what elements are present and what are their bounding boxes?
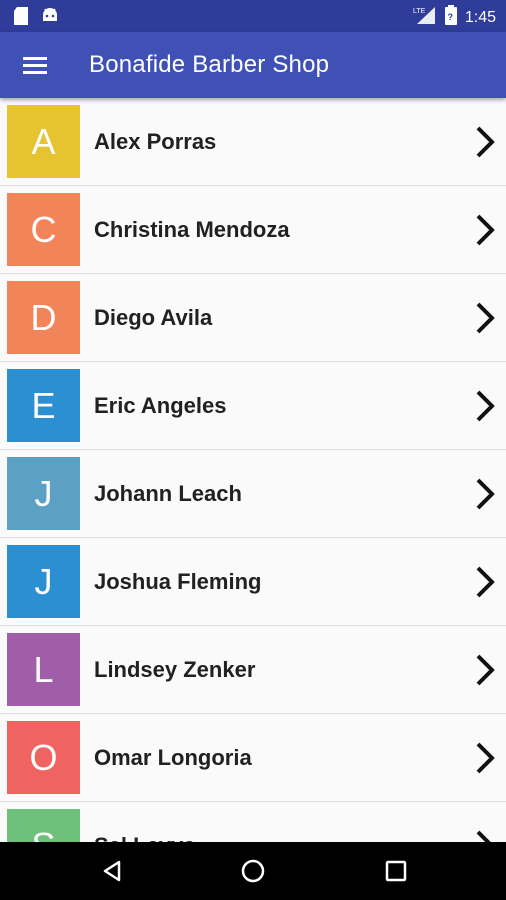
barber-name: Sal Leyva xyxy=(94,833,196,842)
chevron-right-icon[interactable] xyxy=(474,124,498,160)
barber-name: Joshua Fleming xyxy=(94,569,262,594)
android-icon xyxy=(40,6,60,31)
barber-name: Christina Mendoza xyxy=(94,217,290,242)
chevron-right-icon[interactable] xyxy=(474,828,498,842)
status-bar: LTE ? 1:45 xyxy=(0,0,506,32)
initial-avatar: J xyxy=(7,457,80,530)
hamburger-menu-icon[interactable] xyxy=(14,49,56,81)
barber-row[interactable]: S Sal Leyva xyxy=(0,802,506,842)
back-icon[interactable] xyxy=(99,858,125,884)
sd-card-icon xyxy=(12,6,30,31)
chevron-right-icon[interactable] xyxy=(474,212,498,248)
svg-text:LTE: LTE xyxy=(413,8,426,15)
barber-row[interactable]: L Lindsey Zenker xyxy=(0,626,506,714)
barber-name: Omar Longoria xyxy=(94,745,252,770)
initial-avatar: C xyxy=(7,193,80,266)
chevron-right-icon[interactable] xyxy=(474,476,498,512)
chevron-right-icon[interactable] xyxy=(474,652,498,688)
initial-avatar: E xyxy=(7,369,80,442)
recents-icon[interactable] xyxy=(383,858,409,884)
battery-icon: ? xyxy=(444,5,457,30)
barber-row[interactable]: J Joshua Fleming xyxy=(0,538,506,626)
barber-row[interactable]: J Johann Leach xyxy=(0,450,506,538)
initial-avatar: S xyxy=(7,809,80,842)
clock: 1:45 xyxy=(464,8,496,26)
barber-row[interactable]: A Alex Porras xyxy=(0,98,506,186)
barber-name: Alex Porras xyxy=(94,129,217,154)
barber-row[interactable]: O Omar Longoria xyxy=(0,714,506,802)
chevron-right-icon[interactable] xyxy=(474,300,498,336)
home-icon[interactable] xyxy=(240,858,266,884)
barber-row[interactable]: C Christina Mendoza xyxy=(0,186,506,274)
app-toolbar: Bonafide Barber Shop xyxy=(0,32,506,98)
chevron-right-icon[interactable] xyxy=(474,564,498,600)
navigation-bar xyxy=(0,842,506,900)
barber-row[interactable]: E Eric Angeles xyxy=(0,362,506,450)
initial-avatar: L xyxy=(7,633,80,706)
initial-avatar: J xyxy=(7,545,80,618)
initial-avatar: O xyxy=(7,721,80,794)
page-title: Bonafide Barber Shop xyxy=(89,51,330,78)
lte-signal-icon: LTE xyxy=(413,5,437,30)
svg-text:?: ? xyxy=(447,12,453,22)
initial-avatar: A xyxy=(7,105,80,178)
barber-row[interactable]: D Diego Avila xyxy=(0,274,506,362)
chevron-right-icon[interactable] xyxy=(474,740,498,776)
chevron-right-icon[interactable] xyxy=(474,388,498,424)
barber-name: Eric Angeles xyxy=(94,393,227,418)
barber-name: Johann Leach xyxy=(94,481,242,506)
barber-list: A Alex Porras C Christina Mendoza D Diego Avi… xyxy=(0,98,506,842)
barber-name: Diego Avila xyxy=(94,305,213,330)
initial-avatar: D xyxy=(7,281,80,354)
barber-name: Lindsey Zenker xyxy=(94,657,256,682)
